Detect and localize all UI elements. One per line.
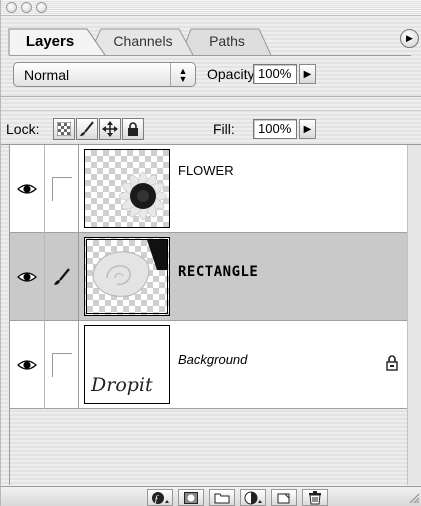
- minimize-button[interactable]: [21, 2, 32, 13]
- svg-text:ƒ: ƒ: [154, 494, 159, 505]
- lock-pixels-button[interactable]: [76, 118, 98, 140]
- divider: [1, 96, 421, 97]
- layer-row[interactable]: FLOWER: [10, 145, 409, 233]
- brush-icon: [80, 121, 94, 136]
- fill-label: Fill:: [213, 121, 235, 137]
- opacity-label: Opacity:: [207, 66, 259, 82]
- new-set-button[interactable]: [209, 489, 235, 506]
- divider: [1, 110, 421, 111]
- layer-name[interactable]: FLOWER: [178, 163, 234, 178]
- visibility-toggle[interactable]: [10, 145, 45, 233]
- eye-icon: [17, 272, 37, 282]
- blend-mode-select[interactable]: Normal ▲ ▼: [13, 62, 196, 87]
- opacity-slider-button[interactable]: ▶: [299, 64, 316, 84]
- lock-transparency-button[interactable]: [53, 118, 75, 140]
- lock-icon: [386, 355, 398, 371]
- layer-style-icon: ƒ: [152, 491, 169, 505]
- link-toggle[interactable]: [45, 321, 79, 409]
- new-layer-button[interactable]: [271, 489, 297, 506]
- panel-menu-button[interactable]: ▶: [400, 29, 419, 48]
- link-toggle[interactable]: [45, 145, 79, 233]
- trash-icon: [309, 490, 321, 504]
- title-bar: [1, 0, 421, 16]
- lock-label: Lock:: [6, 121, 40, 137]
- lock-icon: [128, 122, 138, 136]
- folder-icon: [214, 493, 230, 503]
- lock-position-button[interactable]: [99, 118, 121, 140]
- scrollbar[interactable]: [407, 145, 421, 485]
- layers-palette: Layers Channels Paths ▶ Normal ▲ ▼ Opacit…: [0, 0, 421, 506]
- link-slot: [51, 177, 72, 201]
- layer-row[interactable]: Dropit Background: [10, 321, 409, 409]
- play-icon: ▶: [303, 123, 312, 135]
- play-icon: ▶: [406, 33, 413, 43]
- move-icon: [102, 121, 118, 137]
- layer-name[interactable]: Background: [178, 352, 247, 367]
- shell-image: [92, 240, 167, 297]
- eye-icon: [17, 184, 37, 194]
- play-icon: ▶: [303, 68, 312, 80]
- adjustment-layer-button[interactable]: [240, 489, 266, 506]
- close-button[interactable]: [6, 2, 17, 13]
- layer-thumbnail[interactable]: [84, 237, 170, 316]
- visibility-toggle[interactable]: [10, 321, 45, 409]
- link-slot: [51, 353, 72, 377]
- visibility-toggle[interactable]: [10, 233, 45, 321]
- adjustment-icon: [244, 491, 262, 504]
- fill-field[interactable]: 100%: [253, 119, 297, 139]
- tab-divider: [9, 55, 411, 56]
- tab-layers[interactable]: Layers: [13, 29, 87, 53]
- opacity-field[interactable]: 100%: [253, 64, 297, 84]
- delete-layer-button[interactable]: [302, 489, 328, 506]
- mask-icon: [184, 491, 198, 504]
- layer-row-selected[interactable]: RECTANGLE: [10, 233, 409, 321]
- updown-arrows-icon: ▲ ▼: [170, 63, 195, 86]
- layer-lock: [385, 355, 399, 374]
- layer-mask-button[interactable]: [178, 489, 204, 506]
- layer-thumbnail[interactable]: [84, 149, 170, 228]
- zoom-button[interactable]: [36, 2, 47, 13]
- lock-all-button[interactable]: [122, 118, 144, 140]
- layer-name[interactable]: RECTANGLE: [178, 264, 258, 280]
- bottom-toolbar: ƒ: [1, 486, 421, 506]
- flower-image: [118, 171, 168, 221]
- blend-mode-value: Normal: [24, 66, 70, 83]
- tab-channels[interactable]: Channels: [105, 29, 181, 53]
- link-toggle[interactable]: [45, 233, 79, 321]
- eye-icon: [17, 360, 37, 370]
- layers-list: FLOWER RECTANGLE Dropit Background: [9, 145, 409, 485]
- tab-strip: Layers Channels Paths ▶: [1, 17, 421, 57]
- new-layer-icon: [277, 493, 290, 503]
- checker-icon: [57, 122, 71, 136]
- brush-icon: [53, 268, 70, 285]
- layer-style-button[interactable]: ƒ: [147, 489, 173, 506]
- signature-text: Dropit: [91, 374, 153, 396]
- fill-slider-button[interactable]: ▶: [299, 119, 316, 139]
- resize-grip-icon[interactable]: [408, 492, 420, 504]
- layer-thumbnail[interactable]: Dropit: [84, 325, 170, 404]
- tab-paths[interactable]: Paths: [195, 29, 259, 53]
